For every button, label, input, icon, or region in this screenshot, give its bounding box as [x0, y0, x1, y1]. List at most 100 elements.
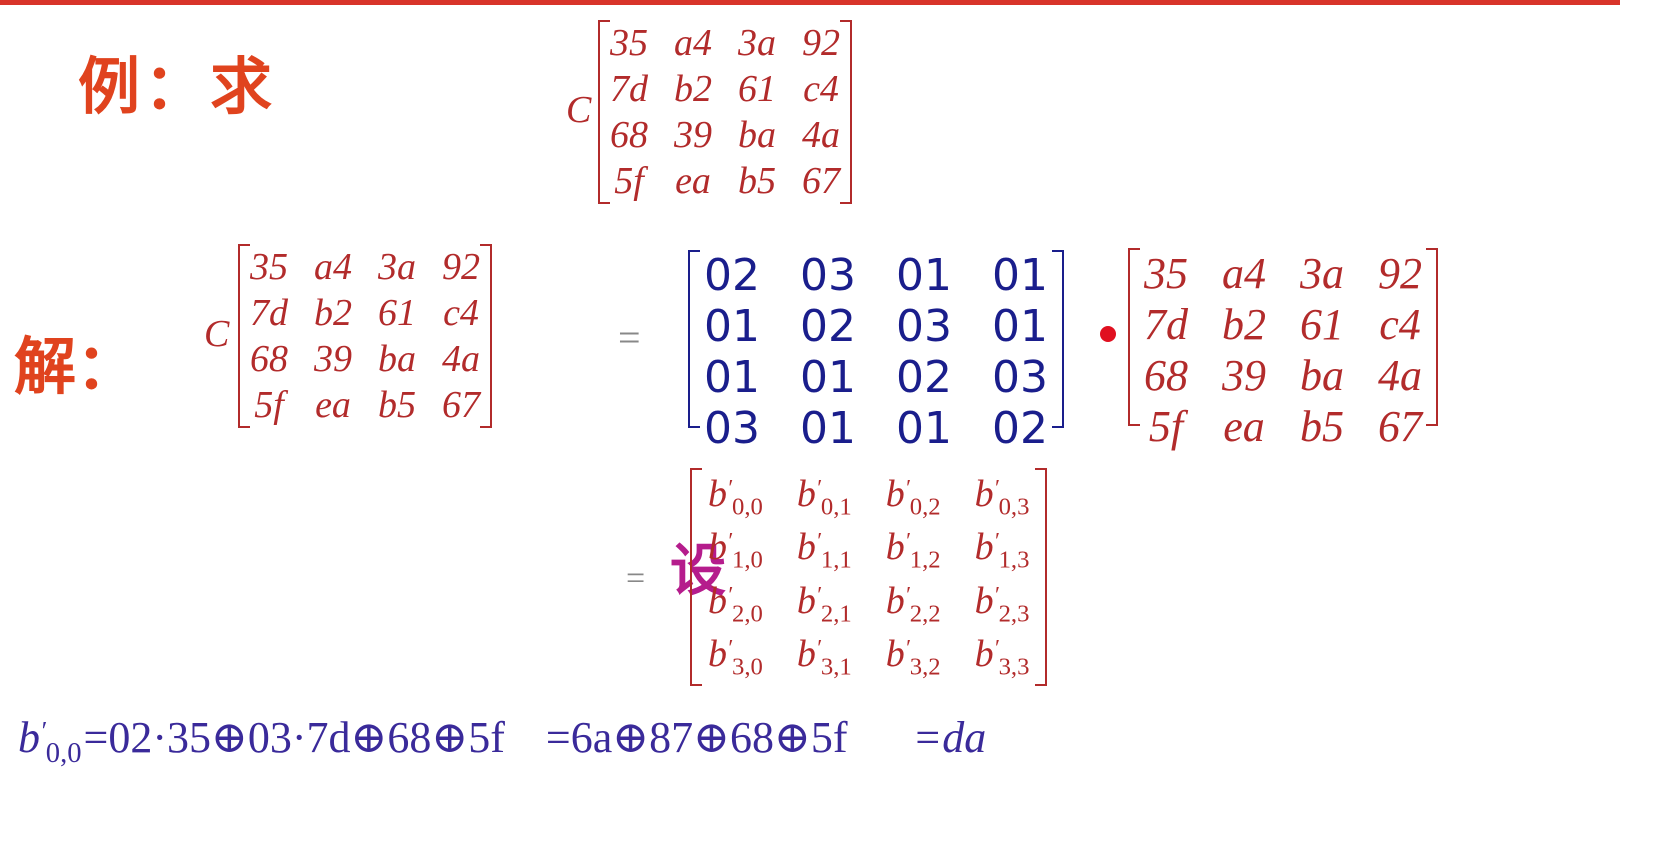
- matrix-cell: b′1,1: [796, 526, 852, 575]
- matrix-cell: 61: [378, 292, 416, 334]
- matrix-cell: b′3,2: [885, 633, 941, 682]
- bracket-cap-br: [1035, 684, 1048, 686]
- matrix-cell: ea: [315, 384, 351, 426]
- bracket-cap-tr: [1035, 468, 1048, 470]
- bracket-cap-tl: [598, 20, 610, 22]
- bracket-cap-bl: [238, 426, 250, 428]
- matrix-cell: 68: [1144, 351, 1188, 400]
- bracket-cap-br: [480, 426, 492, 428]
- matrix-cell: 35: [1144, 249, 1188, 298]
- matrix-cell: 03: [992, 352, 1048, 403]
- matrix-cell: 39: [314, 338, 352, 380]
- matrix-cell: a4: [314, 246, 352, 288]
- matrix-cell: b′2,0: [708, 579, 763, 628]
- matrix-cell: 02: [800, 301, 856, 352]
- matrix-cell: 3a: [378, 246, 416, 288]
- bracket-cap-br: [1426, 424, 1438, 426]
- matrix-cell: b5: [1300, 402, 1344, 451]
- matrix-cell: 92: [442, 246, 480, 288]
- mix-columns-matrix: 02 03 01 01 01 02 03 01 01 01 02 03 03 01 01 02: [688, 250, 1064, 454]
- matrix-cell: 01: [896, 403, 952, 454]
- bracket-cap-bl: [1128, 424, 1140, 426]
- bracket-cap-tr: [480, 244, 492, 246]
- matrix-cell: 67: [442, 384, 480, 426]
- example-label: 例：求: [78, 50, 277, 123]
- bracket-cap-tl: [690, 468, 702, 470]
- matrix-cell: 5f: [1148, 402, 1184, 451]
- matrix-cell: 39: [674, 114, 712, 156]
- matrix-cell: 68: [610, 114, 648, 156]
- matrix-cell: 39: [1222, 351, 1266, 400]
- bracket-cap-bl: [690, 684, 702, 686]
- state-matrix-large: 35 a4 3a 92 7d b2 61 c4 68 39 ba 4a 5f ea b5 67: [1128, 248, 1438, 451]
- matrix-cell: 61: [1300, 300, 1344, 349]
- matrix-cell: b5: [738, 160, 776, 202]
- matrix-cell: 61: [738, 68, 776, 110]
- computation-formula: b′0,0=02·35⊕03·7d⊕68⊕5f =6a⊕87⊕68⊕5f =da: [18, 712, 988, 770]
- matrix-cell: b′0,3: [974, 472, 1030, 521]
- bracket-cap-tr: [1052, 250, 1064, 252]
- matrix-cell: 67: [802, 160, 840, 202]
- matrix-cell: ea: [675, 160, 711, 202]
- matrix-cell: 5f: [254, 384, 284, 426]
- matrix-cell: b′0,2: [885, 472, 941, 521]
- matrix-cell: c4: [803, 68, 839, 110]
- matrix-cell: 7d: [610, 68, 648, 110]
- matrix-cell: 01: [800, 352, 856, 403]
- matrix-cell: 3a: [738, 22, 776, 64]
- matrix-cell: 5f: [614, 160, 644, 202]
- formula-step1: =02·35⊕03·7d⊕68⊕5f: [83, 713, 505, 762]
- matrix-cell: 03: [704, 403, 760, 454]
- top-rule: [0, 0, 1620, 5]
- matrix-cell: 01: [704, 352, 760, 403]
- result-b-matrix: b′0,0 b′0,1 b′0,2 b′0,3 b′1,0 b′1,1 b′1,2 b′1,3…: [690, 468, 1048, 686]
- bracket-cap-tl: [238, 244, 250, 246]
- bracket-cap-bl: [688, 426, 700, 428]
- matrix-cell: 67: [1378, 402, 1422, 451]
- matrix-cell: 01: [704, 301, 760, 352]
- matrix-cell: b′1,3: [974, 526, 1030, 575]
- matrix-cell: 92: [802, 22, 840, 64]
- matrix-cell: 4a: [802, 114, 840, 156]
- matrix-cell: 68: [250, 338, 288, 380]
- matrix-cell: 03: [896, 301, 952, 352]
- matrix-cell: b5: [378, 384, 416, 426]
- matrix-cell: 02: [992, 403, 1048, 454]
- matrix-cell: b2: [314, 292, 352, 334]
- matrix-cell: 01: [992, 301, 1048, 352]
- matrix-cell: b2: [1222, 300, 1266, 349]
- matrix-cell: b2: [674, 68, 712, 110]
- bracket-cap-tr: [840, 20, 852, 22]
- let-equals-sign: =: [626, 560, 646, 597]
- matrix-cell: ea: [1223, 402, 1265, 451]
- matrix-cell: c4: [1379, 300, 1421, 349]
- bracket-cap-tl: [1128, 248, 1140, 250]
- bracket-cap-bl: [598, 202, 610, 204]
- matrix-cell: 7d: [250, 292, 288, 334]
- matrix-cell: b′2,1: [796, 579, 852, 628]
- matrix-cell: 03: [800, 250, 856, 301]
- matrix-cell: b′0,1: [796, 472, 852, 521]
- matrix-c-symbol-solve: C: [204, 313, 230, 355]
- matrix-cell: b′3,1: [796, 633, 852, 682]
- matrix-cell: c4: [443, 292, 479, 334]
- matrix-cell: 01: [896, 250, 952, 301]
- matrix-cell: 35: [610, 22, 648, 64]
- bracket-cap-br: [1052, 426, 1064, 428]
- matrix-cell: b′1,0: [708, 526, 763, 575]
- matrix-cell: 4a: [1378, 351, 1422, 400]
- matrix-cell: 35: [250, 246, 288, 288]
- formula-result: =da: [912, 713, 987, 762]
- matrix-cell: b′1,2: [885, 526, 941, 575]
- matrix-cell: 7d: [1144, 300, 1188, 349]
- bracket-cap-tr: [1426, 248, 1438, 250]
- formula-step2: =6a⊕87⊕68⊕5f: [545, 713, 848, 762]
- matrix-cell: b′0,0: [708, 472, 763, 521]
- matrix-cell: 4a: [442, 338, 480, 380]
- matrix-cell: 92: [1378, 249, 1422, 298]
- matrix-cell: a4: [1222, 249, 1266, 298]
- matrix-cell: ba: [1300, 351, 1344, 400]
- formula-lhs: b′0,0: [18, 713, 82, 769]
- state-matrix-top: 35 a4 3a 92 7d b2 61 c4 68 39 ba 4a 5f ea b5 67: [598, 20, 852, 204]
- matrix-cell: b′2,2: [885, 579, 941, 628]
